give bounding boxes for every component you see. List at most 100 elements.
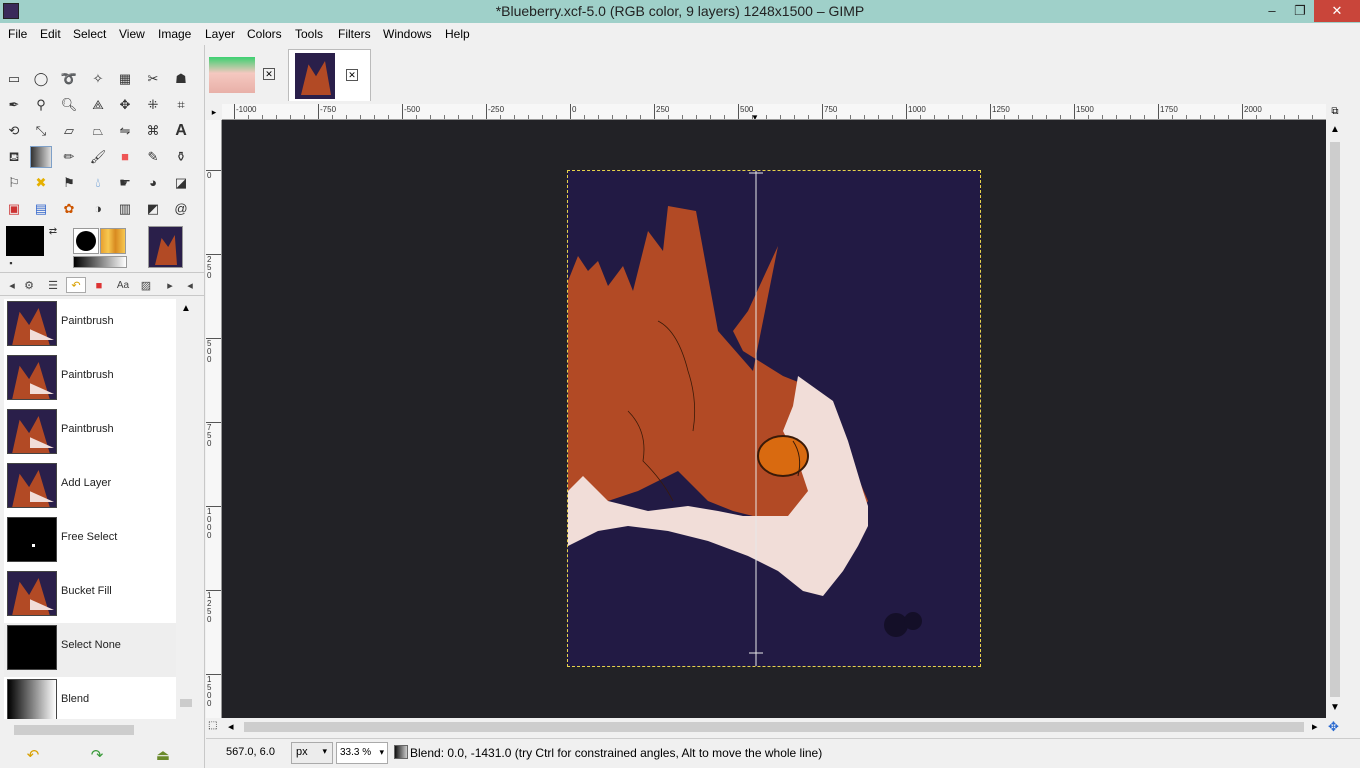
close-tab-2-icon[interactable]: ✕ <box>346 69 358 81</box>
minimize-button[interactable]: – <box>1258 0 1286 22</box>
rect-select-icon[interactable]: ▭ <box>3 68 25 90</box>
canvas-vscroll-thumb[interactable] <box>1330 142 1340 697</box>
vertical-ruler[interactable]: 0 250 500 750 1000 1250 1500 <box>206 120 222 718</box>
dock-right-arrow-icon[interactable]: ▸ <box>160 277 180 293</box>
bucket-fill-icon[interactable]: ⛾ <box>3 146 25 168</box>
shear-icon[interactable]: ▱ <box>58 120 80 142</box>
close-tab-1-icon[interactable]: ✕ <box>263 68 275 80</box>
history-item[interactable]: Free Select <box>4 515 176 569</box>
ellipse-select-icon[interactable]: ◯ <box>30 68 52 90</box>
menu-colors[interactable]: Colors <box>247 27 282 41</box>
zoom-lock-icon[interactable]: ⧉ <box>1326 104 1344 120</box>
menu-file[interactable]: File <box>8 27 27 41</box>
quick-mask-icon[interactable]: ⬚ <box>208 720 217 731</box>
cage-transform-icon[interactable]: ⌘ <box>142 120 164 142</box>
menu-edit[interactable]: Edit <box>40 27 61 41</box>
redo-button[interactable]: ↷ <box>84 746 110 766</box>
tool-options-tab-icon[interactable]: ⚙ <box>19 277 39 293</box>
menu-tools[interactable]: Tools <box>295 27 323 41</box>
heal-icon[interactable]: ✖ <box>30 172 52 194</box>
undo-history-tab-icon[interactable]: ↶ <box>66 277 86 293</box>
zoom-select[interactable]: 33.3 % ▾ <box>336 742 388 764</box>
clear-history-button[interactable]: ⏏ <box>150 746 176 766</box>
canvas-scroll-down-icon[interactable]: ▼ <box>1330 702 1340 713</box>
undo-button[interactable]: ↶ <box>20 746 46 766</box>
history-vertical-scrollbar[interactable]: ▲ <box>177 299 195 719</box>
select-by-color-icon[interactable]: ▦ <box>114 68 136 90</box>
color-balance-icon[interactable]: ✿ <box>58 198 80 220</box>
swap-colors-icon[interactable]: ⇄ <box>46 225 60 239</box>
flip-icon[interactable]: ⇋ <box>114 120 136 142</box>
menu-windows[interactable]: Windows <box>383 27 432 41</box>
image-tab-2[interactable]: ✕ <box>288 49 371 101</box>
menu-image[interactable]: Image <box>158 27 191 41</box>
reset-colors-icon[interactable]: ▪ <box>5 257 17 269</box>
active-image-preview[interactable] <box>148 226 183 268</box>
color-picker-icon[interactable]: ⚲ <box>30 94 52 116</box>
canvas-hscroll-thumb[interactable] <box>244 722 1304 732</box>
histogram-icon[interactable]: ▥ <box>114 198 136 220</box>
history-item[interactable]: Paintbrush <box>4 299 176 353</box>
scroll-up-icon[interactable]: ▲ <box>181 303 191 314</box>
history-item[interactable]: Blend <box>4 677 176 719</box>
horizontal-ruler[interactable]: -1000 -750 -500 -250 0 250 500 750 1000 1250 1500 1… <box>222 104 1326 120</box>
navigate-icon[interactable]: ✥ <box>1328 719 1339 735</box>
history-scroll-thumb[interactable] <box>180 699 192 707</box>
maximize-button[interactable]: ❐ <box>1286 0 1314 22</box>
canvas-scroll-up-icon[interactable]: ▲ <box>1330 124 1340 135</box>
canvas-scroll-left-icon[interactable]: ◂ <box>228 720 234 733</box>
pencil-icon[interactable]: ✏ <box>58 146 80 168</box>
curves-icon[interactable]: ▤ <box>30 198 52 220</box>
clone-icon[interactable]: ⚐ <box>3 172 25 194</box>
menu-view[interactable]: View <box>119 27 145 41</box>
measure-icon[interactable]: ⟁ <box>87 94 109 116</box>
airbrush-icon[interactable]: ✎ <box>142 146 164 168</box>
perspective-icon[interactable]: ⏢ <box>87 120 109 142</box>
colors-tab-icon[interactable]: ■ <box>89 277 109 293</box>
rotate-icon[interactable]: ⟲ <box>3 120 25 142</box>
history-item[interactable]: Paintbrush <box>4 407 176 461</box>
perspective-clone-icon[interactable]: ⚑ <box>58 172 80 194</box>
scissors-select-icon[interactable]: ✂ <box>142 68 164 90</box>
smudge-icon[interactable]: ☛ <box>114 172 136 194</box>
align-icon[interactable]: ⁜ <box>142 94 164 116</box>
paths-icon[interactable]: ✒ <box>3 94 25 116</box>
canvas-area[interactable] <box>222 120 1326 718</box>
brush-preview[interactable] <box>73 228 99 254</box>
images-tab-icon[interactable]: ▨ <box>136 277 156 293</box>
history-hscroll-thumb[interactable] <box>14 725 134 735</box>
threshold-icon[interactable]: ◑ <box>87 198 109 220</box>
unit-select[interactable]: px ▾ <box>291 742 333 764</box>
blur-sharpen-icon[interactable]: 💧︎ <box>87 172 109 194</box>
levels-icon[interactable]: ▣ <box>3 198 25 220</box>
path-stroke-icon[interactable]: ◩ <box>142 198 164 220</box>
ruler-corner-icon[interactable]: ▸ <box>206 104 222 120</box>
spiral-icon[interactable]: @ <box>170 198 192 220</box>
free-select-icon[interactable]: ➰ <box>58 68 80 90</box>
fonts-tab-icon[interactable]: Aa <box>113 277 133 293</box>
move-icon[interactable]: ✥ <box>114 94 136 116</box>
menu-help[interactable]: Help <box>445 27 470 41</box>
history-horizontal-scrollbar[interactable] <box>4 723 194 737</box>
canvas-vertical-scrollbar[interactable]: ▲ ▼ <box>1326 120 1344 718</box>
paintbrush-icon[interactable]: 🖌︎ <box>87 146 109 168</box>
history-item[interactable]: Paintbrush <box>4 353 176 407</box>
canvas-horizontal-scrollbar[interactable]: ◂ ▸ <box>222 718 1326 736</box>
eraser-icon[interactable]: ■ <box>114 146 136 168</box>
close-button[interactable]: ✕ <box>1314 0 1360 22</box>
history-item[interactable]: Select None <box>4 623 176 677</box>
menu-filters[interactable]: Filters <box>338 27 371 41</box>
blend-tool-icon[interactable] <box>30 146 52 168</box>
dodge-burn-icon[interactable]: ◕ <box>142 172 164 194</box>
gradient-preview[interactable] <box>73 256 127 268</box>
foreground-select-icon[interactable]: ☗ <box>170 68 192 90</box>
menu-select[interactable]: Select <box>73 27 106 41</box>
menu-layer[interactable]: Layer <box>205 27 235 41</box>
history-item[interactable]: Add Layer <box>4 461 176 515</box>
foreground-color-swatch[interactable] <box>6 226 44 256</box>
layers-tab-icon[interactable]: ☰ <box>43 277 63 293</box>
history-item[interactable]: Bucket Fill <box>4 569 176 623</box>
canvas-scroll-right-icon[interactable]: ▸ <box>1312 720 1318 733</box>
fuzzy-select-icon[interactable]: ✧ <box>87 68 109 90</box>
zoom-icon[interactable]: 🔍︎ <box>58 94 80 116</box>
